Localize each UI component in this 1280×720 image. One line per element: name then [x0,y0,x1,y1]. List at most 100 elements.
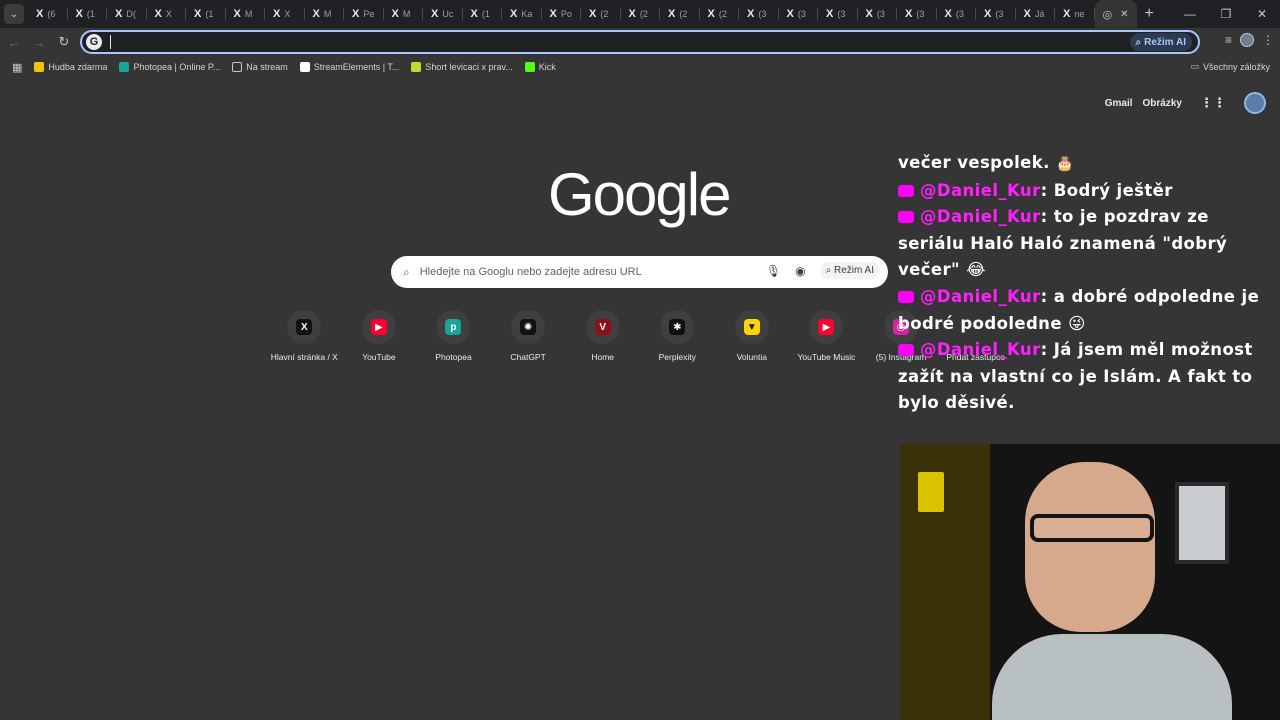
shortcut-tile[interactable]: ▶ YouTube Music [789,310,864,362]
shortcut-label: YouTube Music [797,352,856,362]
apps-grid-icon[interactable]: ▦ [12,61,22,74]
search-ai-mode-label: Režim AI [833,265,874,276]
shortcut-tile[interactable]: ✱ Perplexity [640,310,715,362]
browser-tab[interactable]: Xne [1055,0,1095,28]
search-ai-mode-button[interactable]: ⌕ Režim AI [819,262,880,279]
tab-strip: ⌄ X (6 X (1 X D(X X X (1 X M X X X M X Pe X M X Uc X (1 X Ka X Po X… [0,0,1280,28]
microphone-icon[interactable]: 🎙 [766,264,781,278]
browser-tab[interactable]: X Uc [423,0,463,28]
google-search-box[interactable]: ⌕ Hledejte na Googlu nebo zadejte adresu… [391,256,888,288]
tab-title: (3 [758,9,767,19]
webcam-yellow-wall [900,444,990,720]
close-tab-icon[interactable]: ✕ [1120,9,1128,20]
shortcut-icon-circle: ✺ [511,310,546,344]
browser-tab[interactable]: X Pe [344,0,384,28]
ai-search-icon: ⌕ [1135,36,1142,48]
browser-tab[interactable]: X (6 [28,0,68,28]
tab-groups-icon[interactable]: ≡ [1225,33,1232,47]
browser-tab[interactable]: XM [384,0,423,28]
x-logo-icon: X [1023,8,1031,20]
forward-button[interactable]: → [28,35,50,50]
browser-tab[interactable]: X (3 [976,0,1016,28]
browser-tab[interactable]: XX [147,0,186,28]
browser-tab[interactable]: XM [305,0,344,28]
browser-tab[interactable]: X (1 [68,0,107,28]
kebab-menu-icon[interactable]: ⋮ [1262,33,1274,47]
browser-tab[interactable]: X (3 [897,0,937,28]
shortcut-label: Hlavní stránka / X [270,352,338,362]
tab-search-button[interactable]: ⌄ [4,4,24,24]
restore-icon[interactable]: ❐ [1208,7,1244,21]
webcam-yellow-sign [918,472,944,512]
images-link[interactable]: Obrázky [1143,98,1182,109]
bookmark-item[interactable]: Kick [524,62,556,72]
browser-tab[interactable]: X Po [542,0,581,28]
new-tab-button[interactable]: + [1145,5,1154,23]
bookmark-item[interactable]: Photopea | Online P... [119,62,220,72]
bookmark-list: Hudba zdarma Photopea | Online P... Na str… [22,62,556,72]
account-avatar[interactable] [1244,92,1266,114]
shortcut-tile[interactable]: ▼ Voluntia [715,310,790,362]
browser-tab[interactable]: X Ka [502,0,542,28]
bookmark-item[interactable]: Hudba zdarma [34,62,107,72]
x-logo-icon: X [36,8,44,20]
browser-tab[interactable]: XM [226,0,265,28]
browser-tab[interactable]: X (1 [186,0,226,28]
bookmark-item[interactable]: StreamElements | T... [299,62,400,72]
omnibox-ai-mode-button[interactable]: ⌕ Režim AI [1129,33,1192,51]
bookmark-label: Photopea | Online P... [133,62,221,72]
stream-chat-overlay: večer vespolek. 🎂 @Daniel_Kur: Bodrý ješ… [898,150,1280,440]
tab-title: Ka [521,9,533,19]
tab-title: M [244,9,253,19]
browser-tab[interactable]: X (3 [858,0,897,28]
browser-tab[interactable]: X (2 [621,0,660,28]
minimize-icon[interactable]: — [1172,7,1208,21]
shortcut-tile[interactable]: V Home [565,310,640,362]
shortcut-tile[interactable]: p Photopea [416,310,491,362]
gmail-link[interactable]: Gmail [1105,98,1133,109]
reload-button[interactable]: ↻ [53,34,75,50]
bookmark-item[interactable]: Short levicaci x prav... [411,62,513,72]
chat-message: @Daniel_Kur: a dobré odpoledne je bodré … [898,284,1280,337]
x-logo-icon: X [747,8,755,20]
all-bookmarks-button[interactable]: ▭ Všechny záložky [1190,61,1270,72]
browser-tab[interactable]: X Já [1016,0,1055,28]
tab-title: ne [1074,9,1085,19]
browser-tab[interactable]: X D( [107,0,147,28]
browser-tab[interactable]: X (3 [779,0,818,28]
browser-tab[interactable]: X (3 [739,0,779,28]
profile-avatar-icon[interactable] [1240,33,1254,47]
google-apps-icon[interactable]: ⋮⋮ [1200,95,1226,111]
x-logo-icon: X [984,8,992,20]
chat-message: @Daniel_Kur: to je pozdrav ze seriálu Ha… [898,204,1280,284]
close-window-icon[interactable]: ✕ [1244,7,1280,21]
browser-tab[interactable]: XX [265,0,305,28]
browser-tab[interactable]: X (2 [581,0,621,28]
chat-colon: : [1040,180,1054,200]
shortcut-tile[interactable]: X Hlavní stránka / X [267,310,342,362]
bookmark-label: StreamElements | T... [313,62,400,72]
tab-title: D( [126,9,136,19]
shortcut-favicon-icon: ▼ [743,319,760,335]
address-bar[interactable]: G ⌕ Režim AI [80,30,1200,54]
browser-toolbar: ← → ↻ G ⌕ Režim AI ≡ ⋮ [0,28,1280,56]
browser-tab[interactable]: X (2 [660,0,700,28]
tab-title: (3 [955,9,964,19]
shortcut-tile[interactable]: ▶ YouTube [342,310,417,362]
back-button[interactable]: ← [3,35,25,50]
chat-message: @Daniel_Kur: Já jsem měl možnost zažít n… [898,337,1280,417]
x-logo-icon: X [905,8,913,20]
tab-title: (6 [47,9,56,19]
browser-tab[interactable]: X (3 [937,0,976,28]
browser-tab[interactable]: X (3 [818,0,858,28]
shortcut-tile[interactable]: ✺ ChatGPT [491,310,566,362]
browser-tab[interactable]: X (1 [463,0,502,28]
x-logo-icon: X [786,8,794,20]
bookmark-item[interactable]: Na stream [232,62,288,72]
lens-camera-icon[interactable]: ◉ [795,264,805,278]
tab-title: M [323,9,332,19]
browser-tab[interactable]: X (2 [700,0,739,28]
active-tab[interactable]: ◎ ✕ [1094,0,1137,28]
chat-username: @Daniel_Kur [920,286,1041,306]
bookmark-label: Na stream [246,62,288,72]
